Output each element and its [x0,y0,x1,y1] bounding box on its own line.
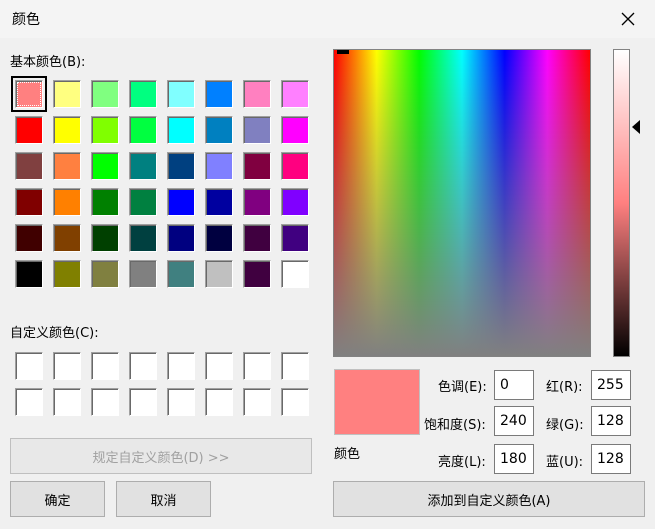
basic-colors-label: 基本颜色(B): [10,55,86,70]
color-spectrum[interactable] [333,49,591,357]
basic-color-swatch[interactable] [167,80,195,108]
basic-color-swatch[interactable] [281,188,309,216]
hue-label: 色调(E): [438,380,487,395]
custom-color-swatch[interactable] [205,388,233,416]
cancel-button[interactable]: 取消 [116,481,211,517]
add-to-custom-colors-button[interactable]: 添加到自定义颜色(A) [333,481,645,517]
basic-color-swatch[interactable] [243,152,271,180]
basic-color-swatch[interactable] [205,152,233,180]
luminance-label: 亮度(L): [438,455,486,470]
basic-color-swatch[interactable] [91,260,119,288]
red-label: 红(R): [546,380,583,395]
custom-color-swatch[interactable] [243,352,271,380]
basic-color-swatch[interactable] [243,80,271,108]
basic-color-swatch[interactable] [53,224,81,252]
basic-color-swatch[interactable] [53,152,81,180]
basic-color-swatch[interactable] [243,188,271,216]
custom-color-swatch[interactable] [205,352,233,380]
basic-color-swatch[interactable] [243,260,271,288]
basic-color-swatch[interactable] [15,260,43,288]
basic-color-swatch[interactable] [167,152,195,180]
title-bar: 颜色 [0,0,655,38]
green-label: 绿(G): [546,418,584,433]
basic-color-swatch[interactable] [91,80,119,108]
custom-color-swatch[interactable] [129,352,157,380]
basic-color-swatch[interactable] [167,260,195,288]
basic-color-swatch[interactable] [205,188,233,216]
basic-color-swatch[interactable] [91,224,119,252]
basic-color-swatch[interactable] [129,260,157,288]
basic-color-swatch[interactable] [15,224,43,252]
basic-color-swatch[interactable] [15,152,43,180]
color-preview [334,369,420,435]
color-preview-label: 颜色 [334,447,361,462]
basic-color-swatch[interactable] [167,188,195,216]
luminance-input[interactable]: 180 [494,444,534,474]
basic-color-swatch[interactable] [281,224,309,252]
basic-color-swatch[interactable] [167,224,195,252]
close-button[interactable] [607,4,649,34]
red-input[interactable]: 255 [591,370,631,400]
custom-color-swatch[interactable] [243,388,271,416]
ok-button[interactable]: 确定 [10,481,105,517]
basic-color-swatch[interactable] [129,188,157,216]
custom-color-swatch[interactable] [15,352,43,380]
blue-input[interactable]: 128 [591,444,631,474]
basic-color-swatch[interactable] [281,152,309,180]
custom-color-swatch[interactable] [53,388,81,416]
custom-color-swatch[interactable] [167,352,195,380]
basic-color-swatch[interactable] [129,224,157,252]
basic-color-swatch[interactable] [205,260,233,288]
custom-color-swatch[interactable] [91,388,119,416]
basic-color-swatch[interactable] [53,116,81,144]
spectrum-crosshair[interactable] [337,50,349,54]
window-title: 颜色 [12,12,40,28]
custom-color-swatch[interactable] [15,388,43,416]
custom-color-swatch[interactable] [53,352,81,380]
basic-color-swatch[interactable] [205,224,233,252]
basic-color-swatch[interactable] [205,80,233,108]
blue-label: 蓝(U): [546,455,584,470]
basic-color-swatch[interactable] [281,260,309,288]
hue-input[interactable]: 0 [494,370,534,400]
green-input[interactable]: 128 [591,406,631,436]
custom-color-swatch[interactable] [281,352,309,380]
custom-color-swatch[interactable] [167,388,195,416]
basic-color-swatch[interactable] [11,76,47,112]
basic-color-swatch[interactable] [129,116,157,144]
custom-colors-label: 自定义颜色(C): [10,326,99,341]
luminance-bar[interactable] [613,49,630,357]
saturation-input[interactable]: 240 [494,406,534,436]
close-icon [621,12,635,26]
basic-color-swatch[interactable] [205,116,233,144]
basic-color-swatch[interactable] [53,80,81,108]
basic-color-swatch[interactable] [15,188,43,216]
basic-color-swatch[interactable] [167,116,195,144]
basic-color-swatch[interactable] [91,188,119,216]
basic-color-swatch[interactable] [281,116,309,144]
custom-color-swatch[interactable] [281,388,309,416]
basic-color-swatch[interactable] [53,260,81,288]
basic-color-swatch[interactable] [91,152,119,180]
basic-color-swatch[interactable] [15,116,43,144]
custom-color-swatch[interactable] [129,388,157,416]
saturation-label: 饱和度(S): [424,418,486,433]
custom-color-swatch[interactable] [91,352,119,380]
basic-color-swatch[interactable] [91,116,119,144]
basic-color-swatch[interactable] [53,188,81,216]
basic-color-swatch[interactable] [129,152,157,180]
basic-color-swatch[interactable] [281,80,309,108]
define-custom-colors-button[interactable]: 规定自定义颜色(D) >> [10,438,312,474]
triangle-left-icon[interactable] [632,120,640,134]
basic-color-swatch[interactable] [129,80,157,108]
basic-color-swatch[interactable] [243,224,271,252]
basic-color-swatch[interactable] [243,116,271,144]
